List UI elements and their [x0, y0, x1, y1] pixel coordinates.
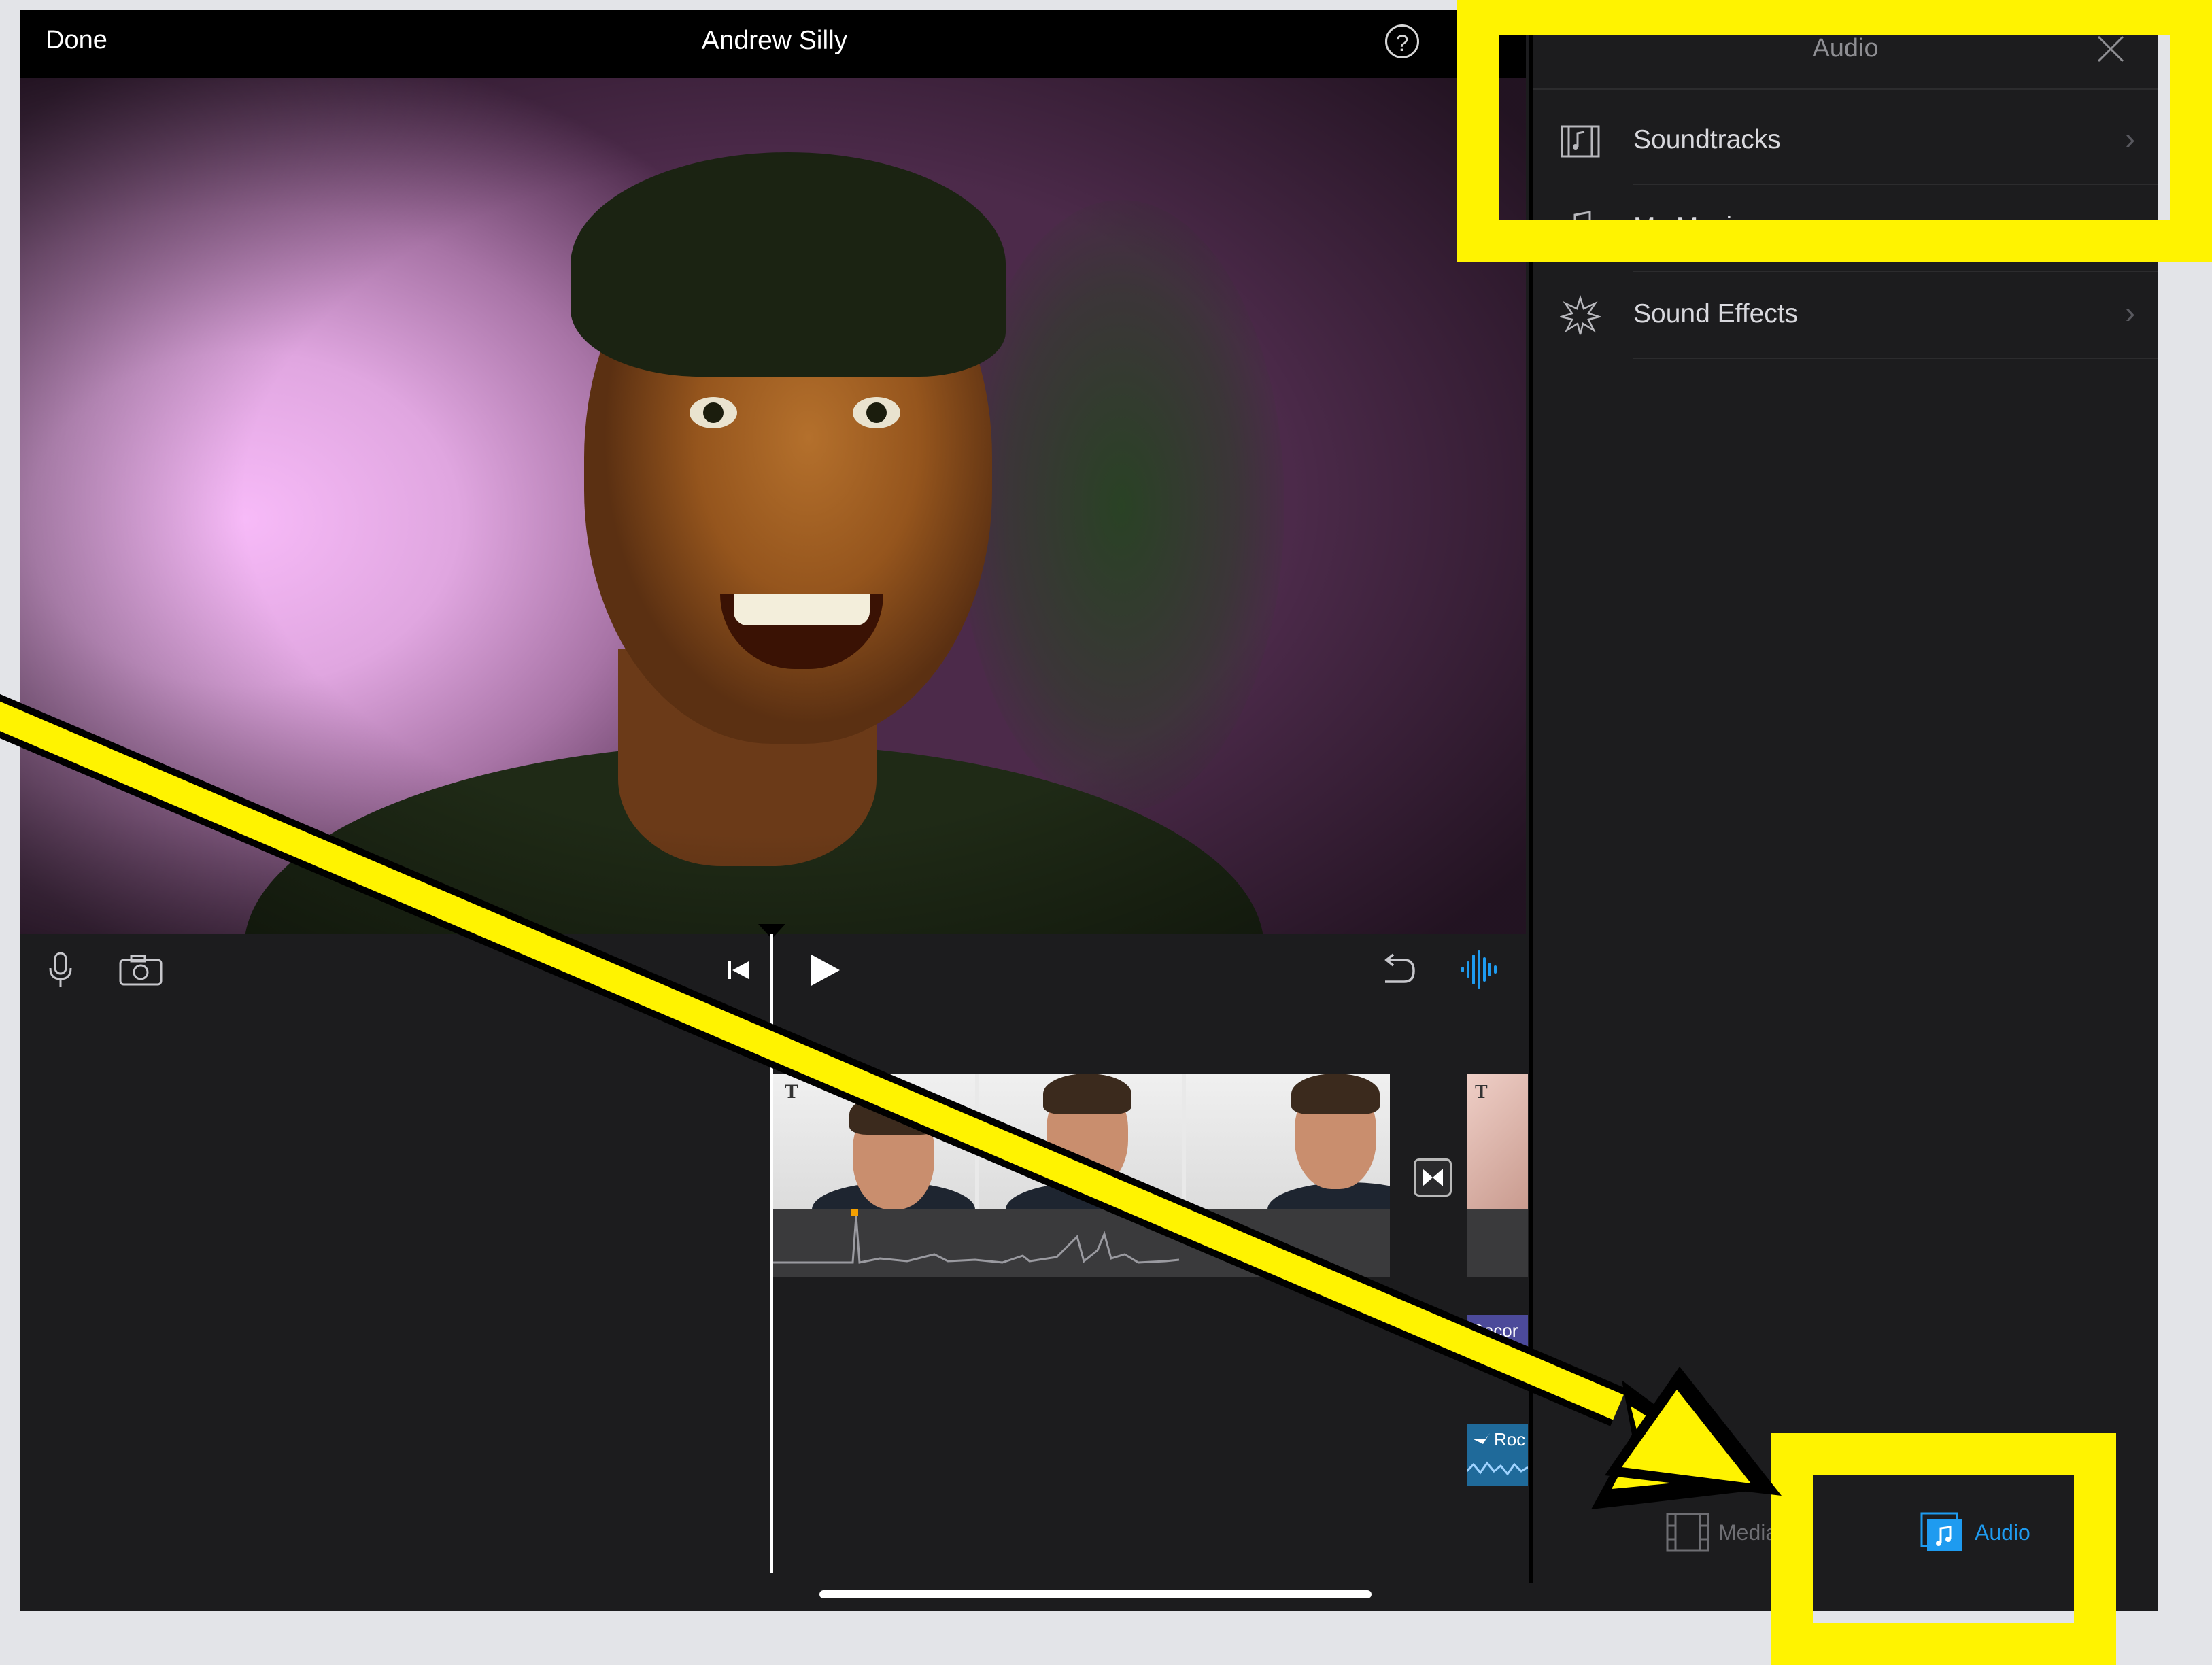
arrow-shape	[0, 693, 1782, 1509]
annotation-arrow	[0, 693, 1782, 1509]
